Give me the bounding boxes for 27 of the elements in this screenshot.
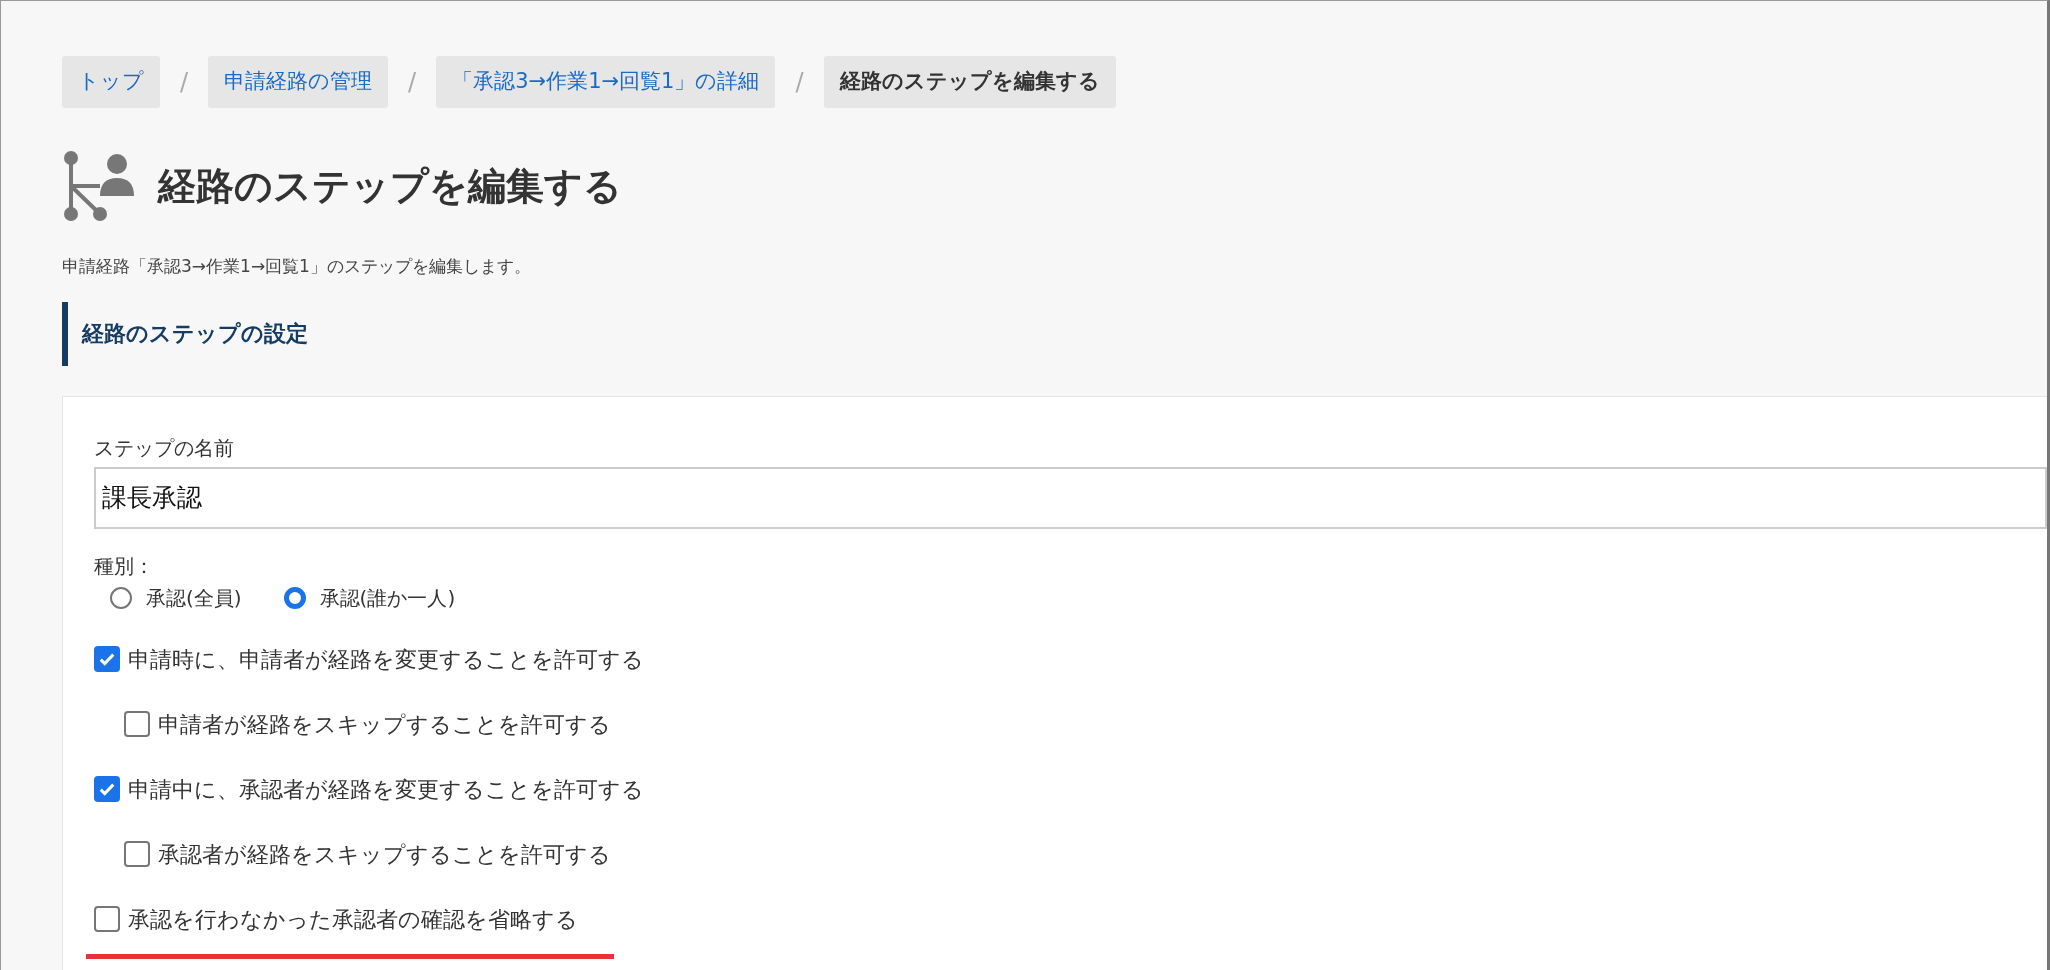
section-heading: 経路のステップの設定 [62,301,2047,366]
breadcrumb-separator: / [180,67,189,98]
page-description: 申請経路「承認3→作業1→回覧1」のステップを編集します。 [62,255,532,278]
checkbox-label: 承認を行わなかった承認者の確認を省略する [128,905,578,934]
radio-button[interactable] [110,586,132,609]
checkbox[interactable] [94,646,120,672]
checkbox[interactable] [124,711,150,737]
radio-button[interactable] [283,586,306,609]
checkbox-label: 申請者が経路をスキップすることを許可する [158,710,611,739]
step-name-input[interactable]: 課長承認 [94,466,2047,529]
breadcrumb-link[interactable]: 経路のステップを編集する [823,56,1116,108]
field-label: 種別： [94,552,155,580]
checkbox[interactable] [124,841,150,867]
radio-label: 承認(誰か一人) [319,584,456,612]
checkbox[interactable] [94,776,120,802]
breadcrumb-link[interactable]: 「承認3→作業1→回覧1」の詳細 [436,56,776,108]
field-label: ステップの名前 [94,434,235,462]
radio-label: 承認(全員) [146,584,242,612]
breadcrumb-link[interactable]: トップ [62,56,160,108]
checkbox-label: 申請時に、申請者が経路を変更することを許可する [128,645,644,674]
breadcrumb-separator: / [408,67,417,98]
checkbox-label: 申請中に、承認者が経路を変更することを許可する [128,775,644,804]
checkbox[interactable] [94,906,120,932]
checkbox-label: 承認者が経路をスキップすることを許可する [158,840,611,869]
page-title: 経路のステップを編集する [158,162,622,210]
breadcrumb-separator: / [795,67,804,98]
breadcrumb-link[interactable]: 申請経路の管理 [208,56,389,108]
